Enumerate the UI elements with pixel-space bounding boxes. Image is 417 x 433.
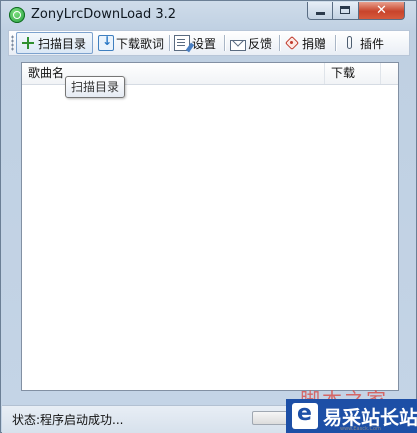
plus-icon bbox=[20, 35, 36, 51]
toolbar-separator bbox=[169, 35, 170, 51]
maximize-button[interactable] bbox=[333, 2, 359, 20]
song-list[interactable]: 歌曲名 下载 bbox=[21, 62, 399, 391]
download-lyrics-label: 下载歌词 bbox=[116, 36, 165, 51]
toolbar-separator bbox=[224, 35, 225, 51]
app-logo-icon bbox=[9, 7, 25, 23]
donate-label: 捐赠 bbox=[302, 36, 327, 51]
download-icon bbox=[98, 34, 114, 51]
feedback-button[interactable]: 反馈 bbox=[227, 32, 277, 54]
minimize-button[interactable] bbox=[307, 2, 333, 20]
scan-directory-label: 扫描目录 bbox=[38, 36, 87, 51]
plugins-button[interactable]: 插件 bbox=[339, 32, 389, 54]
scan-directory-button[interactable]: 扫描目录 bbox=[16, 32, 93, 54]
feedback-label: 反馈 bbox=[248, 36, 273, 51]
watermark-url: www.Easck.Com bbox=[340, 426, 381, 432]
paperclip-icon bbox=[342, 35, 358, 51]
tooltip: 扫描目录 bbox=[65, 76, 125, 98]
toolbar-separator bbox=[335, 35, 336, 51]
tag-icon bbox=[284, 35, 300, 51]
toolbar-separator bbox=[279, 35, 280, 51]
settings-label: 设置 bbox=[192, 36, 217, 51]
status-text: 状态:程序启动成功... bbox=[12, 413, 124, 427]
settings-icon bbox=[174, 35, 190, 51]
easck-logo-icon bbox=[292, 401, 318, 429]
close-icon: ✕ bbox=[376, 3, 387, 18]
donate-button[interactable]: 捐赠 bbox=[281, 32, 333, 54]
download-lyrics-button[interactable]: 下载歌词 bbox=[95, 32, 167, 54]
app-window: ZonyLrcDownLoad 3.2 ✕ 扫描目录 下载歌词 设置 反馈 捐赠 bbox=[0, 0, 417, 433]
column-header-download[interactable]: 下载 bbox=[325, 63, 381, 84]
mail-icon bbox=[230, 39, 246, 51]
window-title: ZonyLrcDownLoad 3.2 bbox=[31, 7, 177, 22]
toolbar: 扫描目录 下载歌词 设置 反馈 捐赠 插件 bbox=[8, 30, 410, 56]
close-button[interactable]: ✕ bbox=[359, 2, 405, 20]
toolbar-grip[interactable] bbox=[11, 35, 14, 51]
title-bar[interactable]: ZonyLrcDownLoad 3.2 ✕ bbox=[1, 1, 416, 29]
settings-button[interactable]: 设置 bbox=[171, 32, 221, 54]
column-header-filler bbox=[381, 63, 398, 84]
plugins-label: 插件 bbox=[360, 36, 385, 51]
